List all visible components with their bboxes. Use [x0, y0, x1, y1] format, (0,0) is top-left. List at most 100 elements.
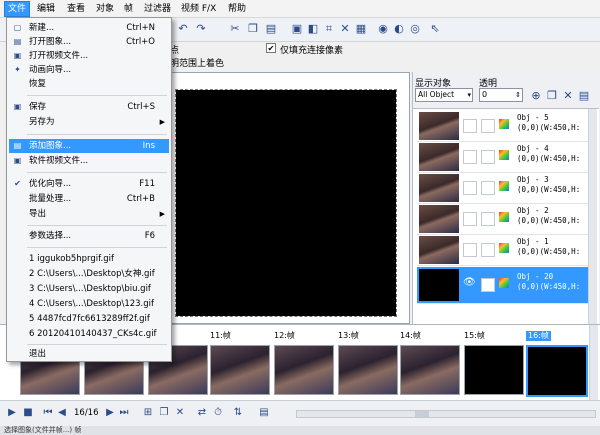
- lock-checkbox[interactable]: [481, 119, 495, 133]
- add-frame-icon[interactable]: ⊞: [142, 407, 154, 419]
- visibility-checkbox[interactable]: [463, 181, 477, 195]
- menu-item-recent-3[interactable]: 3 C:\Users\...\Desktop\biu.gif: [9, 282, 169, 296]
- menu-help[interactable]: 帮助: [225, 2, 249, 16]
- frame-thumb[interactable]: 14:帧: [400, 331, 462, 395]
- menu-frame[interactable]: 帧: [121, 2, 136, 16]
- redo-icon[interactable]: ↷: [194, 22, 208, 36]
- duplicate-frame-icon[interactable]: ❐: [158, 407, 170, 419]
- help-pointer-icon[interactable]: ⇖: [428, 22, 442, 36]
- menu-separator: [27, 247, 167, 248]
- visibility-checkbox[interactable]: [463, 243, 477, 257]
- frame-thumb[interactable]: 12:帧: [274, 331, 336, 395]
- delete-object-icon[interactable]: ✕: [561, 89, 575, 103]
- filmstrip-scrollbar[interactable]: [589, 325, 598, 401]
- object-list-scrollbar[interactable]: [588, 109, 597, 325]
- submenu-arrow-icon: ▶: [159, 210, 165, 218]
- object-row[interactable]: Obj - 5 (0,0)(W:450,H:: [417, 111, 589, 142]
- frame-thumb[interactable]: 11:帧: [210, 331, 272, 395]
- menu-item-recent-4[interactable]: 4 C:\Users\...\Desktop\123.gif: [9, 297, 169, 311]
- only-fill-checkbox[interactable]: ✔: [266, 43, 276, 53]
- lock-checkbox[interactable]: [481, 181, 495, 195]
- last-frame-icon[interactable]: ⏭: [118, 407, 130, 419]
- new-object-icon[interactable]: ⊕: [529, 89, 543, 103]
- menu-item-recent-5[interactable]: 5 4487fcd7fc6613289ff2f.gif: [9, 312, 169, 326]
- menu-item-open-video[interactable]: ▣ 打开视频文件...: [9, 49, 169, 63]
- object-thumbnail: [419, 236, 459, 264]
- menu-file[interactable]: 文件: [4, 1, 31, 17]
- menu-video-fx[interactable]: 视频 F/X: [178, 2, 219, 16]
- image-icon[interactable]: ▣: [290, 22, 304, 36]
- object-properties-icon[interactable]: ▤: [577, 89, 591, 103]
- show-objects-select[interactable]: All Object ▾: [415, 88, 473, 102]
- menu-edit[interactable]: 编辑: [34, 2, 58, 16]
- first-frame-icon[interactable]: ⏮: [42, 407, 54, 419]
- copy-icon[interactable]: ❐: [246, 22, 260, 36]
- browser-icon[interactable]: ◉: [376, 22, 390, 36]
- next-frame-icon[interactable]: ▶: [104, 407, 116, 419]
- visibility-checkbox[interactable]: [463, 212, 477, 226]
- object-name: Obj - 1: [517, 237, 549, 246]
- optimize-icon[interactable]: ◎: [408, 22, 422, 36]
- frame-thumb[interactable]: 15:帧: [464, 331, 526, 395]
- reverse-frames-icon[interactable]: ⇄: [196, 407, 208, 419]
- menu-item-revert[interactable]: 恢复: [9, 77, 169, 91]
- menu-item-exit[interactable]: 退出: [9, 347, 169, 361]
- lock-checkbox[interactable]: [481, 243, 495, 257]
- preview-icon[interactable]: ◐: [392, 22, 406, 36]
- menu-item-recent-1[interactable]: 1 iggukob5hprgif.gif: [9, 252, 169, 266]
- menu-object[interactable]: 对象: [93, 2, 117, 16]
- lock-checkbox[interactable]: [481, 212, 495, 226]
- frame-properties-icon[interactable]: ▤: [258, 407, 270, 419]
- palette-icon: [499, 212, 509, 222]
- eye-icon[interactable]: 👁: [463, 277, 477, 289]
- menu-item-recent-6[interactable]: 6 20120410140437_CKs4c.gif: [9, 327, 169, 341]
- visibility-checkbox[interactable]: [463, 119, 477, 133]
- object-row[interactable]: Obj - 2 (0,0)(W:450,H:: [417, 204, 589, 235]
- delete-frame-icon[interactable]: ✕: [174, 407, 186, 419]
- menu-item-animation-wizard[interactable]: ✦ 动画向导...: [9, 63, 169, 77]
- menu-view[interactable]: 查看: [64, 2, 88, 16]
- lock-checkbox[interactable]: [481, 278, 495, 292]
- filmstrip-hscrollbar[interactable]: [296, 410, 596, 418]
- menu-item-save[interactable]: ▣ 保存 Ctrl+S: [9, 100, 169, 114]
- menu-item-video-file[interactable]: ▣ 软件视频文件...: [9, 154, 169, 168]
- object-row[interactable]: Obj - 4 (0,0)(W:450,H:: [417, 142, 589, 173]
- frame-thumb[interactable]: 13:帧: [338, 331, 400, 395]
- stop-icon[interactable]: ■: [22, 407, 34, 419]
- object-row[interactable]: Obj - 3 (0,0)(W:450,H:: [417, 173, 589, 204]
- menu-item-new[interactable]: ▢ 新建... Ctrl+N: [9, 21, 169, 35]
- sort-frames-icon[interactable]: ⇅: [232, 407, 244, 419]
- scroll-thumb[interactable]: [415, 411, 429, 417]
- frame-thumb-selected[interactable]: 16:帧: [526, 331, 588, 397]
- menu-item-open-image[interactable]: ▤ 打开图象... Ctrl+O: [9, 35, 169, 49]
- image-canvas[interactable]: [175, 89, 397, 317]
- menu-filter[interactable]: 过滤器: [141, 2, 174, 16]
- duplicate-object-icon[interactable]: ❐: [545, 89, 559, 103]
- frame-image: [274, 345, 334, 395]
- object-row-selected[interactable]: 👁 Obj - 20 (0,0)(W:450,H:: [417, 267, 589, 304]
- menu-item-save-as[interactable]: 另存为 ▶: [9, 115, 169, 129]
- prev-frame-icon[interactable]: ◀: [56, 407, 68, 419]
- visibility-checkbox[interactable]: [463, 150, 477, 164]
- lock-checkbox[interactable]: [481, 150, 495, 164]
- menu-item-batch[interactable]: 批量处理... Ctrl+B: [9, 192, 169, 206]
- play-icon[interactable]: ▶: [6, 407, 18, 419]
- cut-icon[interactable]: ✂: [228, 22, 242, 36]
- layers-icon[interactable]: ▦: [354, 22, 368, 36]
- menu-item-add-image[interactable]: ▤ 添加图象... Ins: [9, 139, 169, 153]
- undo-icon[interactable]: ↶: [176, 22, 190, 36]
- crop-icon[interactable]: ⌗: [322, 22, 336, 36]
- properties-icon[interactable]: ◧: [306, 22, 320, 36]
- paste-icon[interactable]: ▤: [264, 22, 278, 36]
- object-coords: (0,0)(W:450,H:: [517, 123, 581, 132]
- menu-item-optimize-wizard[interactable]: ✔ 优化向导... F11: [9, 177, 169, 191]
- transparency-stepper[interactable]: 0 ⇕: [479, 88, 523, 102]
- delete-icon[interactable]: ✕: [338, 22, 352, 36]
- palette-icon: [499, 278, 509, 288]
- menu-item-recent-2[interactable]: 2 C:\Users\...\Desktop\女神.gif: [9, 267, 169, 281]
- object-row[interactable]: Obj - 1 (0,0)(W:450,H:: [417, 235, 589, 266]
- frame-label: 16:帧: [526, 331, 551, 341]
- frame-delay-icon[interactable]: ⏱: [212, 407, 224, 419]
- menu-item-export[interactable]: 导出 ▶: [9, 207, 169, 221]
- menu-item-preferences[interactable]: 参数选择... F6: [9, 229, 169, 243]
